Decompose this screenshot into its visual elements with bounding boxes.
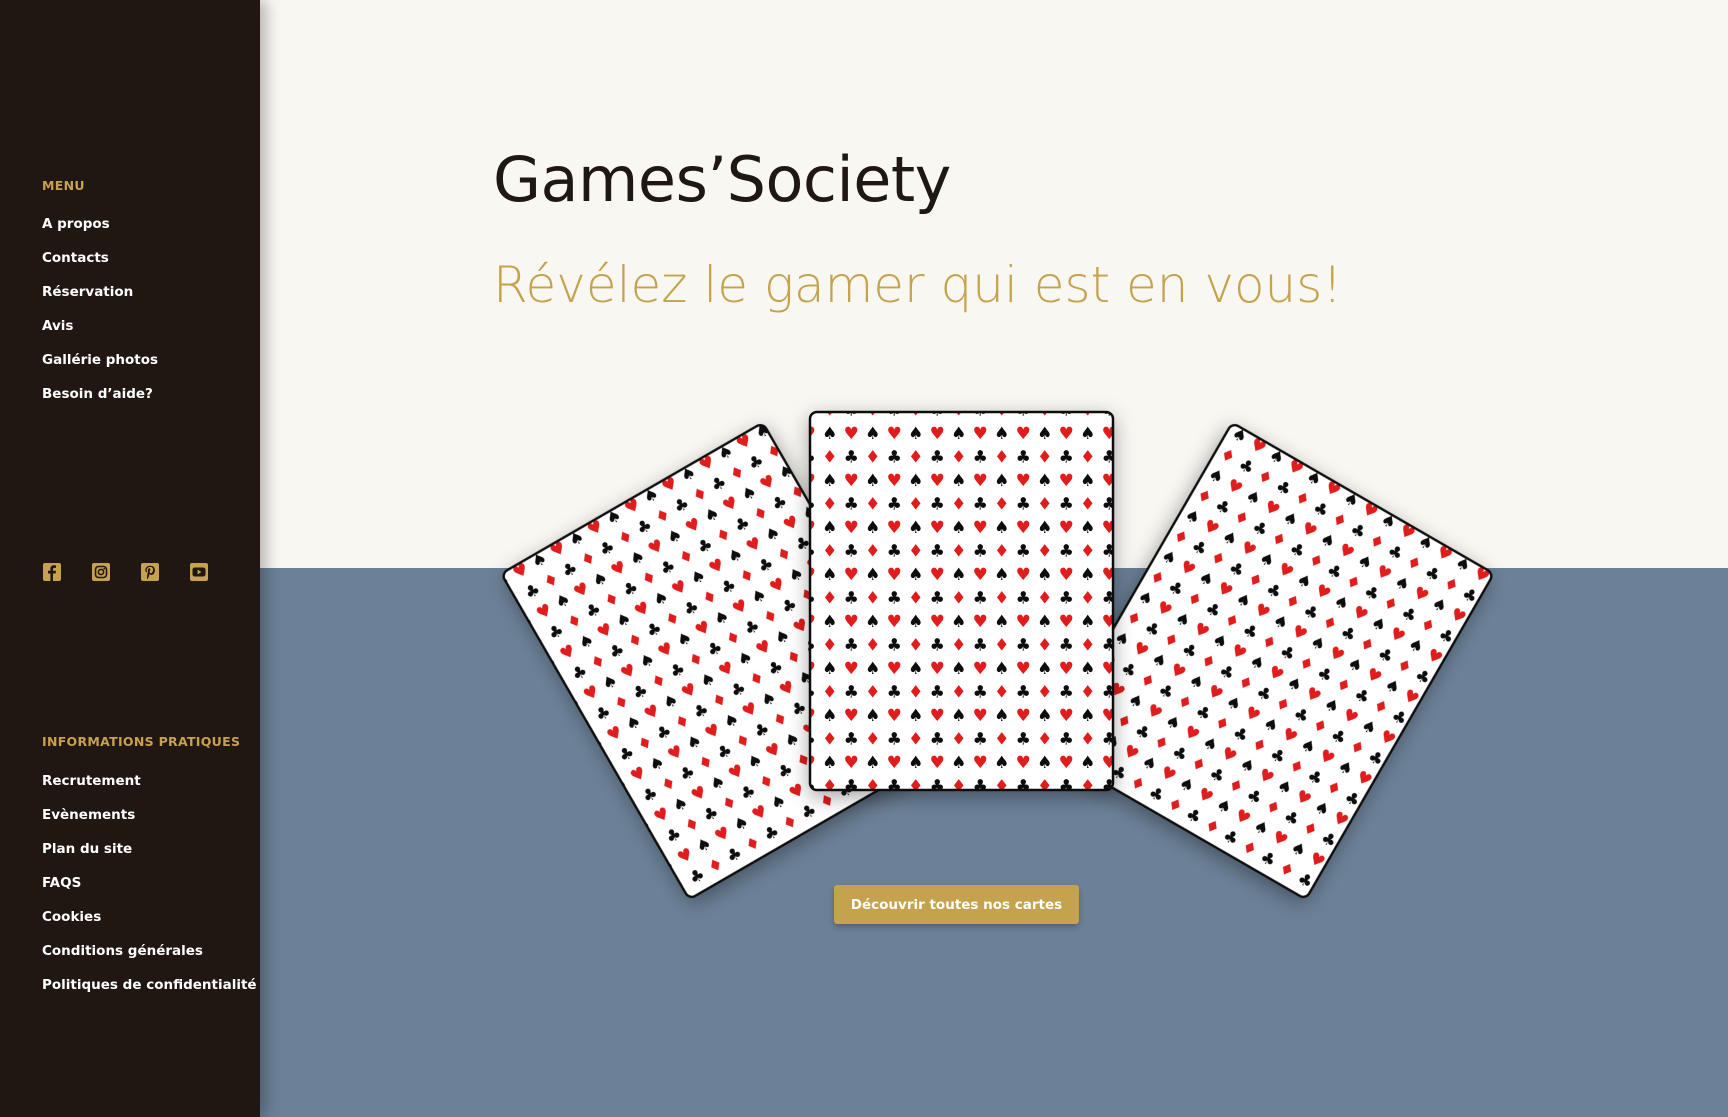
info-item-conditions-generales[interactable]: Conditions générales — [42, 943, 257, 977]
sidebar: MENU A propos Contacts Réservation Avis … — [0, 0, 260, 1117]
instagram-icon[interactable] — [91, 561, 111, 583]
facebook-icon[interactable] — [42, 561, 62, 583]
menu-item-avis[interactable]: Avis — [42, 318, 158, 352]
menu-item-besoin-aide[interactable]: Besoin d’aide? — [42, 386, 158, 420]
info-item-recrutement[interactable]: Recrutement — [42, 773, 257, 807]
info-item-evenements[interactable]: Evènements — [42, 807, 257, 841]
playing-card-center — [808, 410, 1115, 792]
menu-item-a-propos[interactable]: A propos — [42, 216, 158, 250]
info-item-politiques-confidentialite[interactable]: Politiques de confidentialité — [42, 977, 257, 1011]
menu-item-reservation[interactable]: Réservation — [42, 284, 158, 318]
cards-illustration: ♠ ♥ ♠ ♥ ♦ ♣ ♦ ♣ — [502, 410, 1493, 899]
youtube-icon[interactable] — [189, 561, 209, 583]
info-item-faqs[interactable]: FAQS — [42, 875, 257, 909]
discover-cards-button[interactable]: Découvrir toutes nos cartes — [834, 885, 1079, 924]
menu-item-contacts[interactable]: Contacts — [42, 250, 158, 284]
menu-list: A propos Contacts Réservation Avis Gallé… — [42, 216, 158, 420]
info-list: Recrutement Evènements Plan du site FAQS… — [42, 773, 257, 1011]
main-content: Games’Society Révélez le gamer qui est e… — [260, 0, 1728, 1117]
info-item-cookies[interactable]: Cookies — [42, 909, 257, 943]
social-links — [42, 561, 209, 583]
info-item-plan-du-site[interactable]: Plan du site — [42, 841, 257, 875]
info-section-title: INFORMATIONS PRATIQUES — [42, 734, 241, 749]
pinterest-icon[interactable] — [140, 561, 160, 583]
menu-section-title: MENU — [42, 178, 85, 193]
menu-item-gallerie-photos[interactable]: Gallérie photos — [42, 352, 158, 386]
